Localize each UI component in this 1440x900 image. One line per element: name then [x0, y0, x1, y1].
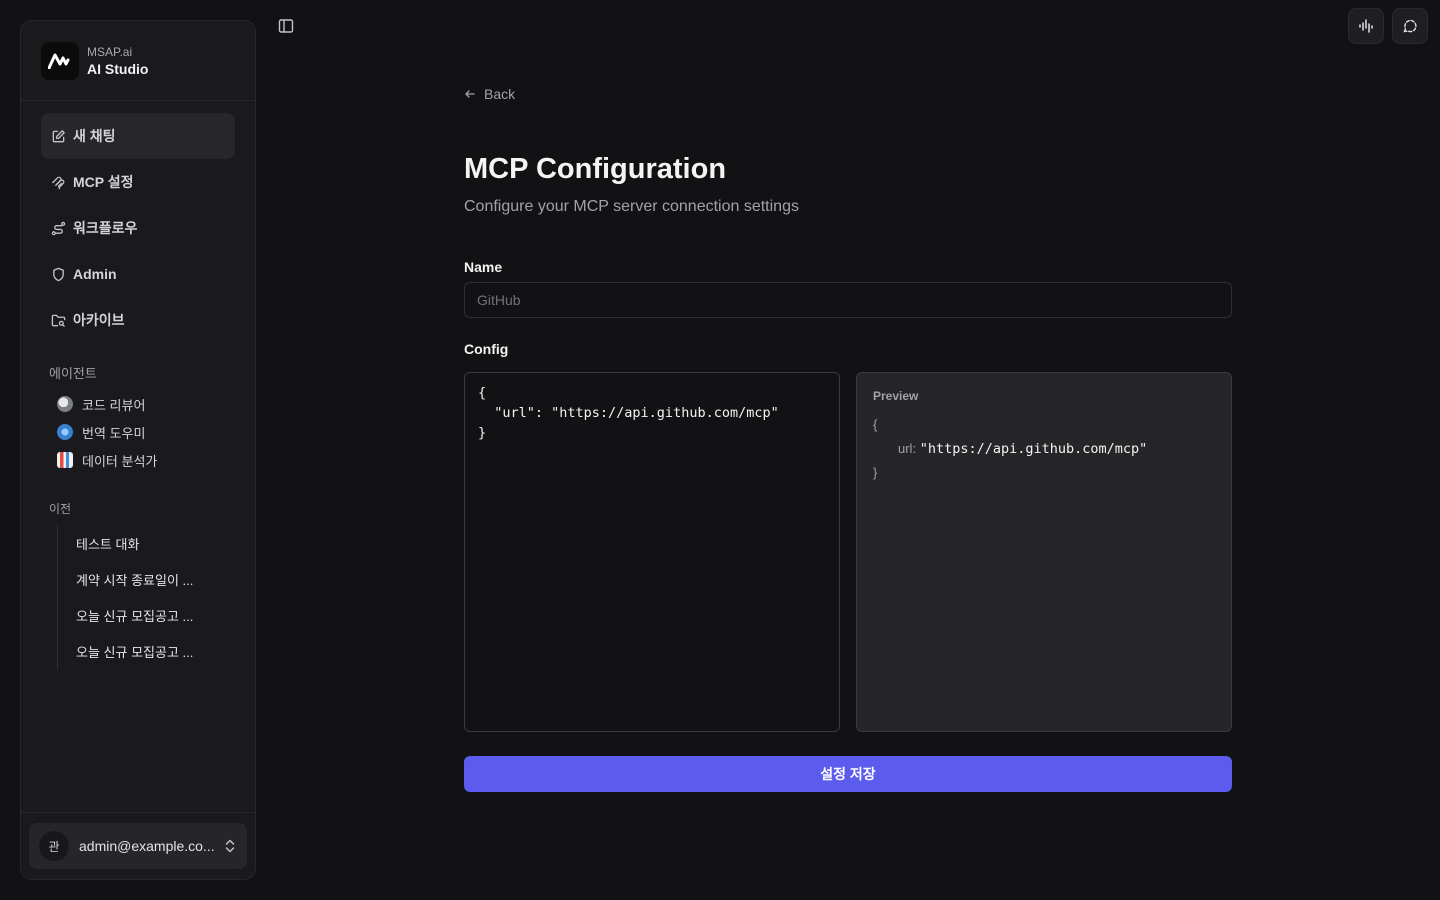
- folder-search-icon: [50, 312, 66, 328]
- name-label: Name: [464, 259, 503, 275]
- user-email: admin@example.co...: [79, 838, 215, 854]
- back-link[interactable]: Back: [464, 86, 515, 102]
- brand-org: MSAP.ai: [87, 44, 133, 59]
- agent-item[interactable]: 번역 도우미: [41, 418, 235, 446]
- audio-waveform-icon: [1359, 19, 1373, 33]
- sidebar-nav: 새 채팅 MCP 설정 워크플로우 Admin 아카이브: [21, 101, 255, 343]
- history-item[interactable]: 테스트 대화: [76, 525, 255, 561]
- sidebar-item-admin[interactable]: Admin: [41, 251, 235, 297]
- edit-icon: [50, 128, 66, 144]
- agent-name: 코드 리뷰어: [82, 397, 146, 413]
- toggle-sidebar-button[interactable]: [276, 16, 296, 36]
- chat-bubble-button[interactable]: [1392, 8, 1428, 44]
- sidebar-item-new-chat[interactable]: 새 채팅: [41, 113, 235, 159]
- config-preview: Preview { url: "https://api.github.com/m…: [856, 372, 1232, 732]
- back-label: Back: [484, 86, 516, 102]
- agent-name: 번역 도우미: [82, 425, 146, 441]
- history-item[interactable]: 계약 시작 종료일이 ...: [76, 561, 255, 597]
- preview-entry: url: "https://api.github.com/mcp": [873, 437, 1215, 461]
- sidebar: MSAP.ai AI Studio 새 채팅 MCP 설정 워크플로우 Admi…: [20, 20, 256, 880]
- brand-logo-icon: [41, 41, 79, 80]
- avatar: 관: [39, 831, 69, 861]
- history-item[interactable]: 오늘 신규 모집공고 ...: [76, 597, 255, 633]
- preview-close-brace: }: [873, 465, 878, 480]
- sidebar-item-archive[interactable]: 아카이브: [41, 297, 235, 343]
- config-editor[interactable]: { "url": "https://api.github.com/mcp" }: [464, 372, 840, 732]
- agent-name: 데이터 분석가: [82, 453, 158, 469]
- name-input[interactable]: [464, 282, 1232, 318]
- sidebar-item-workflow[interactable]: 워크플로우: [41, 205, 235, 251]
- sidebar-item-label: 새 채팅: [73, 128, 116, 144]
- config-label: Config: [464, 341, 509, 357]
- sidebar-panel-icon: [278, 19, 294, 33]
- sidebar-item-label: Admin: [73, 266, 117, 282]
- user-divider: [21, 812, 255, 813]
- preview-value: "https://api.github.com/mcp": [919, 441, 1148, 457]
- history-list: 테스트 대화 계약 시작 종료일이 ... 오늘 신규 모집공고 ... 오늘 …: [57, 525, 255, 669]
- history-section-label: 이전: [49, 502, 72, 516]
- user-menu-button[interactable]: 관 admin@example.co...: [29, 823, 247, 869]
- mcp-icon: [50, 174, 66, 190]
- sidebar-item-label: MCP 설정: [73, 174, 134, 190]
- globe-emoji-icon: [57, 424, 73, 440]
- preview-open-brace: {: [873, 417, 878, 432]
- page-title: MCP Configuration: [464, 153, 727, 185]
- workflow-icon: [50, 220, 66, 236]
- agents-section-label: 에이전트: [49, 366, 97, 381]
- agent-item[interactable]: 코드 리뷰어: [41, 390, 235, 418]
- history-item[interactable]: 오늘 신규 모집공고 ...: [76, 633, 255, 669]
- agents-list: 코드 리뷰어 번역 도우미 데이터 분석가: [21, 390, 255, 474]
- magnifier-emoji-icon: [57, 396, 73, 412]
- brand-app-name: AI Studio: [87, 60, 149, 77]
- preview-label: Preview: [873, 389, 919, 403]
- save-settings-button[interactable]: 설정 저장: [464, 756, 1232, 792]
- chart-emoji-icon: [57, 452, 73, 468]
- page-subtitle: Configure your MCP server connection set…: [464, 198, 799, 215]
- message-circle-dashed-icon: [1403, 19, 1417, 33]
- chevron-up-down-icon: [223, 837, 237, 855]
- sidebar-item-mcp-settings[interactable]: MCP 설정: [41, 159, 235, 205]
- sidebar-item-label: 워크플로우: [73, 220, 138, 236]
- preview-key: url:: [898, 441, 917, 456]
- shield-icon: [50, 266, 66, 282]
- voice-button[interactable]: [1348, 8, 1384, 44]
- brand-header[interactable]: MSAP.ai AI Studio: [21, 21, 255, 101]
- sidebar-item-label: 아카이브: [73, 312, 125, 328]
- agent-item[interactable]: 데이터 분석가: [41, 446, 235, 474]
- arrow-left-icon: [465, 90, 475, 98]
